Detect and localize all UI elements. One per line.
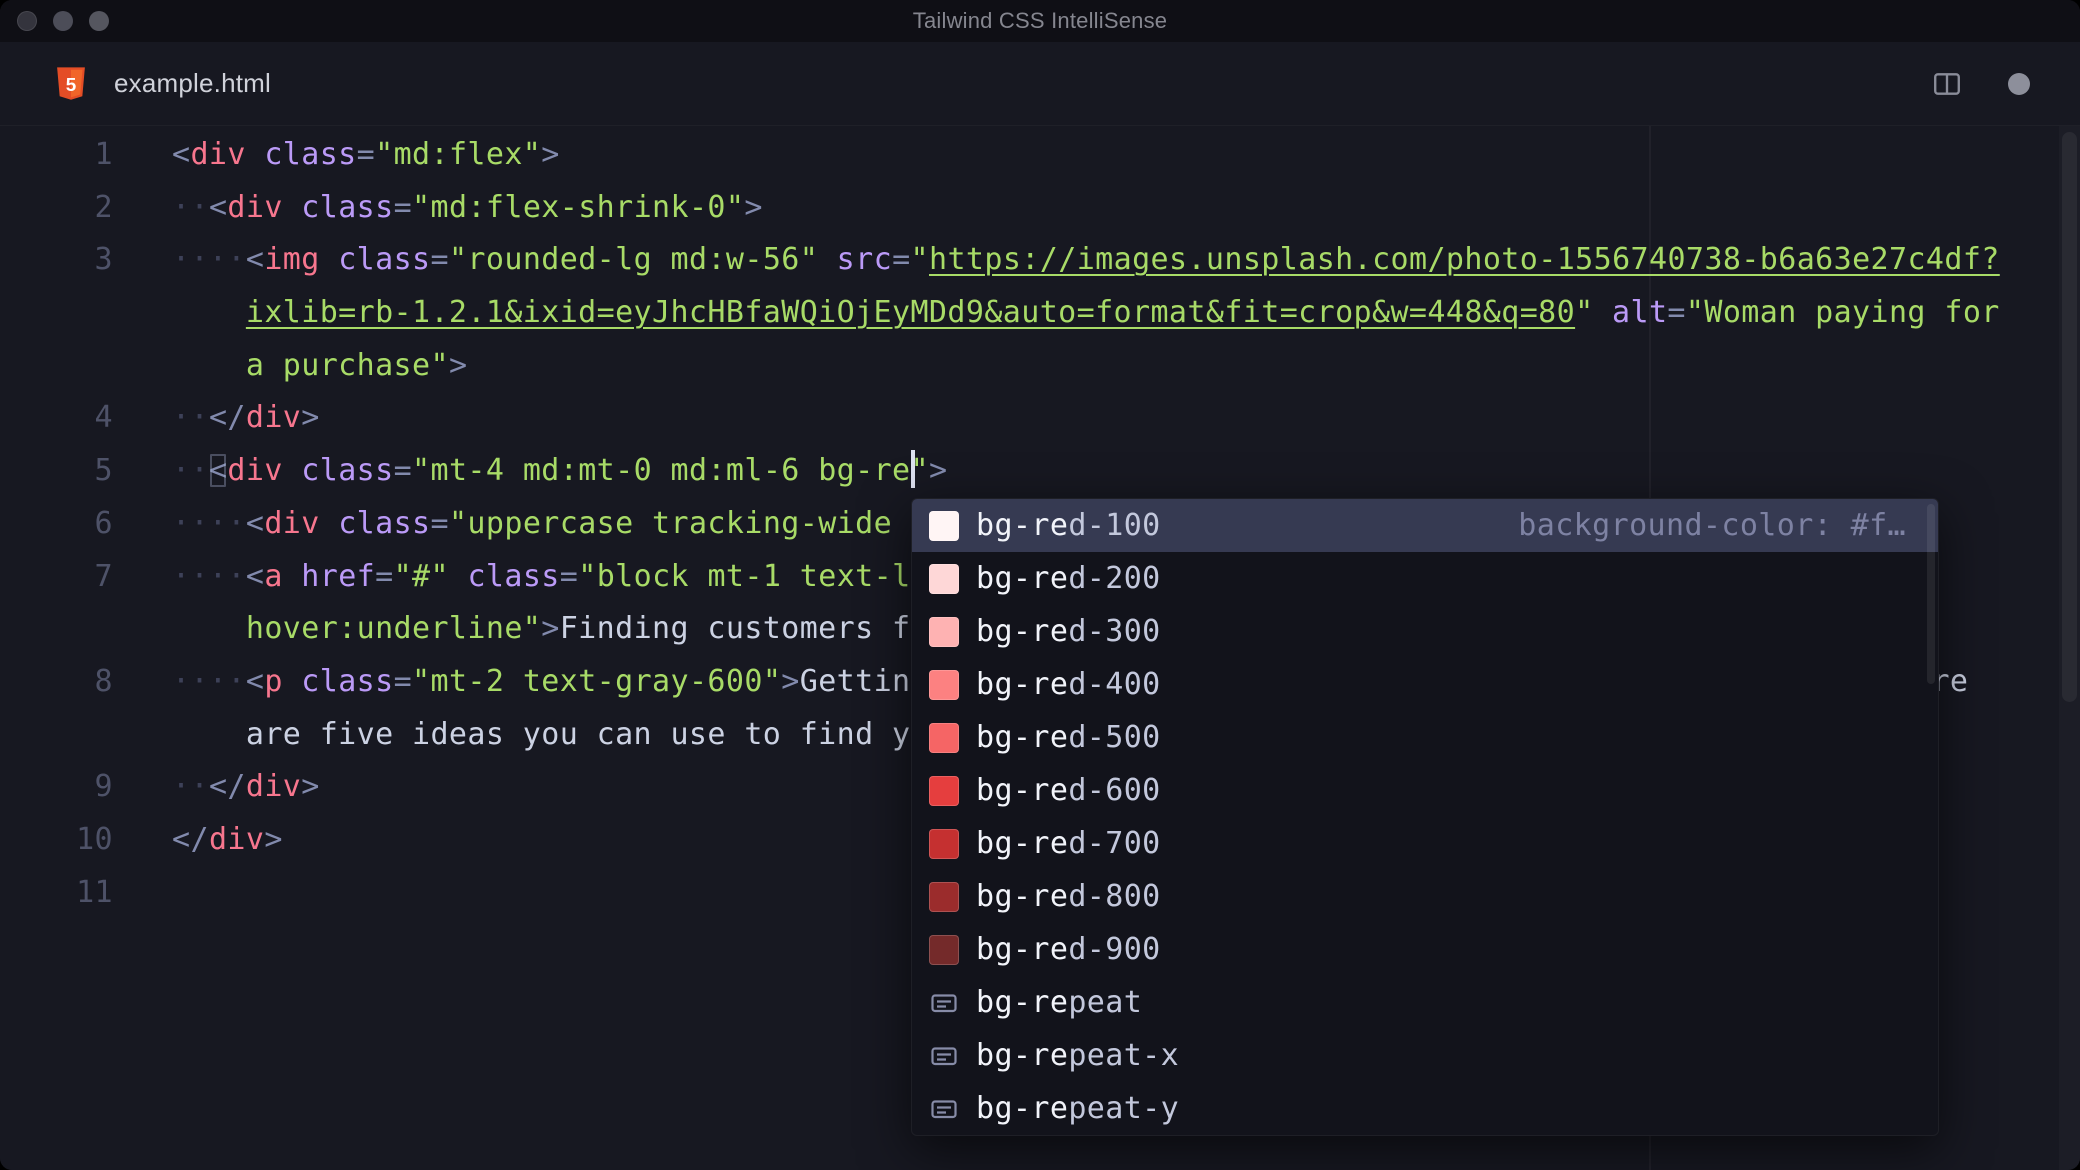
suggestion-label: bg-red-900 [976, 932, 1161, 967]
line-number[interactable]: 6 [0, 498, 113, 551]
suggestion-bg-red-300[interactable]: bg-red-300 [912, 605, 1938, 658]
code-line[interactable]: 3 ····<img class="rounded-lg md:w-56" src… [0, 234, 2080, 287]
code-line[interactable]: a purchase"> [0, 340, 2080, 393]
line-number[interactable]: 9 [0, 761, 113, 814]
color-swatch-icon [929, 563, 959, 594]
line-content: ··<div class="mt-4 md:mt-0 md:ml-6 bg-re… [113, 445, 2080, 498]
suggestion-label: bg-red-700 [976, 826, 1161, 861]
line-number[interactable] [0, 340, 113, 393]
suggestion-label: bg-repeat-y [976, 1091, 1180, 1126]
line-number[interactable]: 2 [0, 182, 113, 235]
color-swatch-icon [929, 616, 959, 647]
suggestion-bg-repeat-y[interactable]: bg-repeat-y [912, 1082, 1938, 1135]
line-content: <div class="md:flex"> [172, 137, 560, 172]
line-number[interactable] [0, 287, 113, 340]
color-swatch-icon [929, 775, 959, 806]
suggestion-bg-red-400[interactable]: bg-red-400 [912, 658, 1938, 711]
suggestion-bg-red-800[interactable]: bg-red-800 [912, 870, 1938, 923]
scrollbar-thumb[interactable] [2062, 132, 2077, 702]
suggestion-bg-repeat-x[interactable]: bg-repeat-x [912, 1029, 1938, 1082]
code-line[interactable]: 4 ··</div> [0, 392, 2080, 445]
line-content: ··<div class="md:flex-shrink-0"> [172, 189, 763, 225]
line-number[interactable]: 1 [0, 129, 113, 182]
suggestion-label: bg-repeat [976, 985, 1143, 1020]
color-swatch-icon [929, 828, 959, 859]
line-content: a purchase"> [245, 347, 468, 383]
window-title: Tailwind CSS IntelliSense [912, 8, 1168, 33]
line-number[interactable] [0, 603, 113, 656]
suggestion-bg-red-200[interactable]: bg-red-200 [912, 552, 1938, 605]
line-number[interactable]: 5 [0, 445, 113, 498]
editor-window: Tailwind CSS IntelliSense 5 example.html [0, 0, 2080, 1170]
line-content: ····<img class="rounded-lg md:w-56" src=… [172, 242, 2000, 278]
line-number[interactable]: 8 [0, 656, 113, 709]
suggestion-bg-red-900[interactable]: bg-red-900 [912, 923, 1938, 976]
suggestion-label: bg-red-200 [976, 561, 1161, 596]
line-number[interactable]: 10 [0, 814, 113, 867]
tab-filename: example.html [114, 68, 272, 98]
suggestion-label: bg-red-800 [976, 879, 1161, 914]
field-icon [929, 1041, 959, 1071]
color-swatch-icon [929, 881, 959, 912]
editor-scrollbar[interactable] [2059, 126, 2080, 1170]
tab-bar: 5 example.html [0, 42, 2080, 126]
suggestion-detail: background-color: #f… [1518, 508, 1906, 543]
line-content: ··</div> [172, 400, 320, 436]
line-number[interactable]: 11 [0, 867, 113, 920]
unsaved-changes-icon[interactable] [2008, 72, 2030, 95]
svg-text:5: 5 [66, 75, 77, 96]
field-icon [929, 1094, 959, 1124]
code-line[interactable]: 5 ··<div class="mt-4 md:mt-0 md:ml-6 bg-r… [0, 445, 2080, 498]
tab-actions [1932, 69, 2080, 99]
split-editor-icon[interactable] [1932, 69, 1962, 99]
line-number[interactable]: 7 [0, 551, 113, 604]
code-line[interactable]: 2 ··<div class="md:flex-shrink-0"> [0, 182, 2080, 235]
code-line[interactable]: ixlib=rb-1.2.1&ixid=eyJhcHBfaWQiOjEyMDd9… [0, 287, 2080, 340]
window-titlebar: Tailwind CSS IntelliSense [0, 0, 2080, 42]
suggestion-bg-red-500[interactable]: bg-red-500 [912, 711, 1938, 764]
html5-icon: 5 [56, 66, 86, 101]
suggestion-label: bg-red-600 [976, 773, 1161, 808]
popup-scrollbar-thumb[interactable] [1927, 504, 1935, 684]
suggestion-bg-red-100[interactable]: bg-red-100 background-color: #f… [912, 499, 1938, 552]
field-icon [929, 988, 959, 1018]
suggestion-bg-red-600[interactable]: bg-red-600 [912, 764, 1938, 817]
line-number[interactable]: 4 [0, 392, 113, 445]
suggestion-label: bg-repeat-x [976, 1038, 1180, 1073]
suggestion-bg-red-700[interactable]: bg-red-700 [912, 817, 1938, 870]
suggestion-bg-repeat[interactable]: bg-repeat [912, 976, 1938, 1029]
line-number[interactable]: 3 [0, 234, 113, 287]
code-line[interactable]: 1 <div class="md:flex"> [0, 129, 2080, 182]
line-content: ixlib=rb-1.2.1&ixid=eyJhcHBfaWQiOjEyMDd9… [245, 295, 2000, 331]
line-number[interactable] [0, 709, 113, 762]
autocomplete-popup: bg-red-100 background-color: #f… bg-red-20… [911, 498, 1939, 1136]
color-swatch-icon [929, 722, 959, 753]
tab-example-html[interactable]: 5 example.html [0, 66, 272, 101]
color-swatch-icon [929, 669, 959, 700]
color-swatch-icon [929, 934, 959, 965]
color-swatch-icon [929, 510, 959, 541]
suggestion-label: bg-red-400 [976, 667, 1161, 702]
suggestion-label: bg-red-100 [976, 508, 1161, 543]
suggestion-label: bg-red-300 [976, 614, 1161, 649]
suggestion-label: bg-red-500 [976, 720, 1161, 755]
